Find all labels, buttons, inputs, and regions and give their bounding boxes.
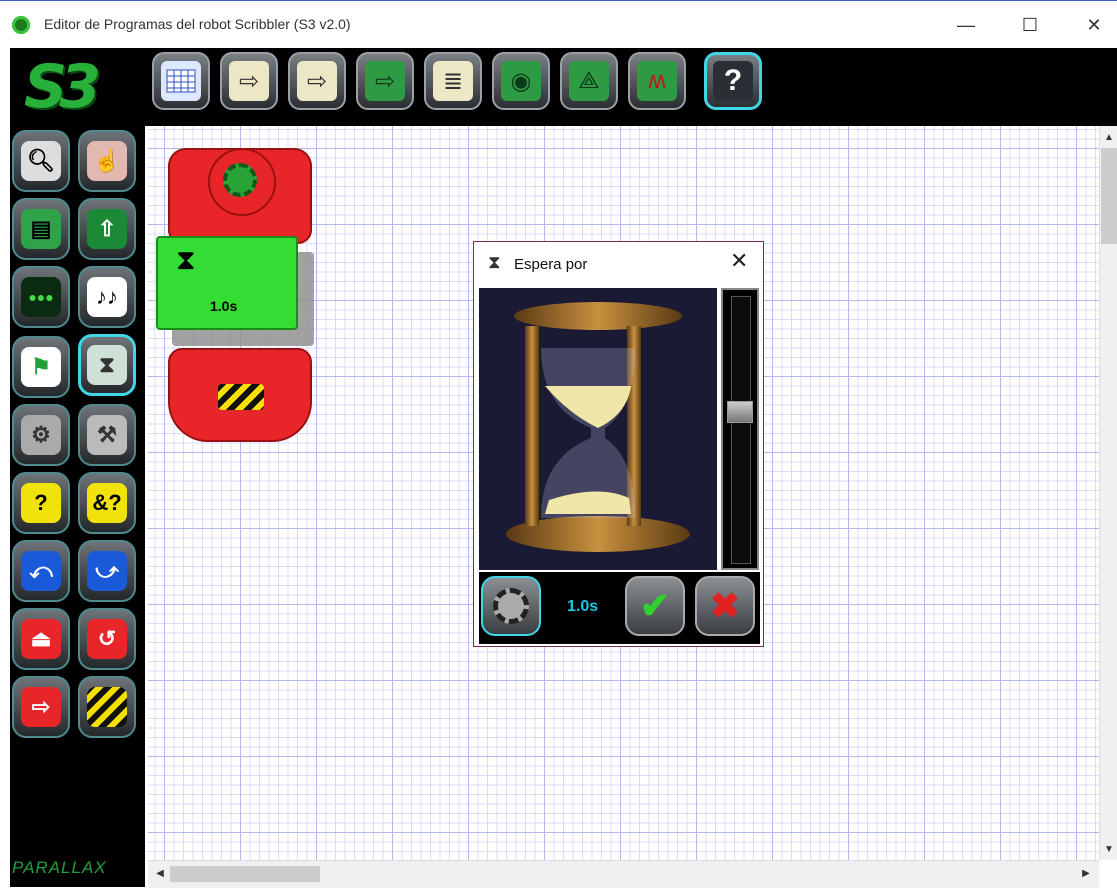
- window-title: Editor de Programas del robot Scribbler …: [44, 16, 351, 32]
- app-icon: [12, 16, 30, 34]
- motor-flow-icon: ⚙: [21, 415, 61, 455]
- loop-end-icon: ⤻: [87, 551, 127, 591]
- and-condition-icon: &?: [87, 483, 127, 523]
- scroll-left-icon[interactable]: ◀: [152, 866, 168, 882]
- return-icon: ↺: [87, 619, 127, 659]
- clipboard-paste-icon: ▤: [21, 209, 61, 249]
- dialog-ok-button[interactable]: ✔: [625, 576, 685, 636]
- slider-thumb[interactable]: [727, 400, 753, 423]
- loop-start-icon: ⤺: [21, 551, 61, 591]
- hourglass-icon: ⧗: [176, 244, 196, 275]
- arrow-into-folder-icon: ⇨: [297, 61, 337, 101]
- toolbar-new-program-button[interactable]: [152, 52, 210, 110]
- palette-paste-button[interactable]: ▤: [12, 198, 70, 260]
- palette-move-button[interactable]: ⚑: [12, 336, 70, 398]
- toolbar-robot-compass-button[interactable]: ⟁: [560, 52, 618, 110]
- palette-goto-button[interactable]: ⇨: [12, 676, 70, 738]
- robot-signal-icon: ʍ: [637, 61, 677, 101]
- wait-block-value: 1.0s: [210, 298, 238, 314]
- palette-leds-button[interactable]: ●●●: [12, 266, 70, 328]
- start-block-knob: [208, 148, 276, 216]
- dialog-button-bar: 1.0s ✔ ✖: [479, 572, 760, 644]
- close-button[interactable]: ✕: [1074, 11, 1114, 39]
- scroll-down-icon[interactable]: ▼: [1101, 842, 1117, 858]
- stop-icon: [218, 384, 264, 410]
- dialog-value: 1.0s: [567, 598, 599, 615]
- s3-logo: S3: [24, 52, 101, 122]
- robot-compass-icon: ⟁: [569, 61, 609, 101]
- toolbar-save-button[interactable]: ⇨: [288, 52, 346, 110]
- toolbar-robot-halo-button[interactable]: ◉: [492, 52, 550, 110]
- palette-and-condition-button[interactable]: &?: [78, 472, 136, 534]
- goto-icon: ⇨: [21, 687, 61, 727]
- vertical-scroll-thumb[interactable]: [1101, 148, 1117, 244]
- arrow-into-robot-icon: ⇨: [365, 61, 405, 101]
- help-icon: ?: [713, 61, 753, 101]
- robot-upload-icon: ⇧: [87, 209, 127, 249]
- magnifier-icon: 🔍︎: [21, 141, 61, 181]
- gear-arrow-icon: [493, 588, 529, 624]
- palette-wait-button[interactable]: ⧗: [78, 334, 136, 396]
- hourglass-icon: ⧗: [488, 252, 501, 272]
- scroll-right-icon[interactable]: ▶: [1078, 866, 1094, 882]
- leds-icon: ●●●: [21, 277, 61, 317]
- palette-sensor-button[interactable]: ⚒: [78, 404, 136, 466]
- gear-icon: [223, 163, 257, 197]
- palette-stop-button[interactable]: [78, 676, 136, 738]
- robot-halo-icon: ◉: [501, 61, 541, 101]
- palette-music-button[interactable]: ♪♪: [78, 266, 136, 328]
- wait-block[interactable]: ⧗ 1.0s: [156, 236, 298, 330]
- wait-dialog: ⧗ Espera por ✕ 1.0s ✔ ✖: [473, 241, 764, 647]
- palette-loop-end-button[interactable]: ⤻: [78, 540, 136, 602]
- palette-pointer-button[interactable]: ☝: [78, 130, 136, 192]
- toolbar-open-button[interactable]: ⇨: [220, 52, 278, 110]
- palette-zoom-button[interactable]: 🔍︎: [12, 130, 70, 192]
- subroutine-icon: ⏏: [21, 619, 61, 659]
- condition-icon: ?: [21, 483, 61, 523]
- calendar-grid-icon: [161, 61, 201, 101]
- toolbar-robot-signal-button[interactable]: ʍ: [628, 52, 686, 110]
- maximize-button[interactable]: ☐: [1010, 11, 1050, 39]
- slider-track: [731, 296, 751, 564]
- title-bar: Editor de Programas del robot Scribbler …: [0, 0, 1117, 48]
- horizontal-scrollbar[interactable]: ◀ ▶: [148, 860, 1099, 888]
- dialog-close-button[interactable]: ✕: [730, 248, 748, 274]
- flag-move-icon: ⚑: [21, 347, 61, 387]
- palette-return-button[interactable]: ↺: [78, 608, 136, 670]
- hourglass-image: [479, 288, 717, 570]
- arrow-into-document-icon: ≣: [433, 61, 473, 101]
- end-block[interactable]: [168, 348, 312, 442]
- arrow-into-box-icon: ⇨: [229, 61, 269, 101]
- palette-upload-button[interactable]: ⇧: [78, 198, 136, 260]
- music-notes-icon: ♪♪: [87, 277, 127, 317]
- toolbar-load-robot-button[interactable]: ⇨: [356, 52, 414, 110]
- scroll-up-icon[interactable]: ▲: [1101, 130, 1117, 146]
- start-block[interactable]: [168, 148, 312, 244]
- hourglass-icon: ⧗: [87, 345, 127, 385]
- dialog-gear-button[interactable]: [481, 576, 541, 636]
- parallax-brand: PARALLAX: [12, 858, 107, 877]
- sensor-read-icon: ⚒: [87, 415, 127, 455]
- vertical-scrollbar[interactable]: ▲ ▼: [1099, 126, 1117, 860]
- minimize-button[interactable]: —: [946, 11, 986, 39]
- toolbar-help-button[interactable]: ?: [704, 52, 762, 110]
- palette-subroutine-button[interactable]: ⏏: [12, 608, 70, 670]
- dialog-title: Espera por: [514, 256, 588, 273]
- palette-motor-flow-button[interactable]: ⚙: [12, 404, 70, 466]
- dialog-cancel-button[interactable]: ✖: [695, 576, 755, 636]
- palette-loop-start-button[interactable]: ⤺: [12, 540, 70, 602]
- horizontal-scroll-thumb[interactable]: [170, 866, 320, 882]
- toolbar-view-code-button[interactable]: ≣: [424, 52, 482, 110]
- hand-pointer-icon: ☝: [87, 141, 127, 181]
- palette-condition-button[interactable]: ?: [12, 472, 70, 534]
- stop-icon: [87, 687, 127, 727]
- wait-time-slider[interactable]: [721, 288, 759, 570]
